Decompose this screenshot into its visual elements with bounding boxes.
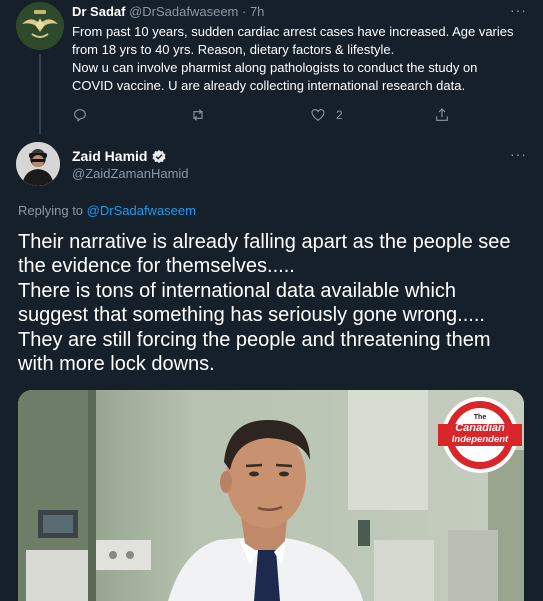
replying-to-line: Replying to @DrSadafwaseem — [18, 203, 196, 218]
retweet-button[interactable] — [190, 106, 216, 124]
logo-text-canadian: Canadian — [455, 422, 505, 434]
reply-icon — [74, 109, 86, 122]
retweet-icon — [193, 109, 203, 121]
main-author-name[interactable]: Zaid Hamid — [72, 148, 147, 165]
reply-button[interactable] — [72, 106, 98, 124]
parent-author-handle[interactable]: @DrSadafwaseem — [129, 4, 238, 19]
parent-text-line: from 18 yrs to 40 yrs. Reason, dietary f… — [72, 42, 395, 57]
parent-text-line: COVID vaccine. U are already collecting … — [72, 78, 466, 93]
main-more-options-button[interactable]: ··· — [510, 146, 527, 162]
main-author-name-line: Zaid Hamid — [72, 148, 167, 165]
parent-tweet-time[interactable]: · 7h — [242, 4, 264, 19]
tweet-text-line: They are still forcing the people and th… — [18, 328, 491, 351]
main-author-handle[interactable]: @ZaidZamanHamid — [72, 166, 189, 181]
logo-text-independent: Independent — [451, 434, 509, 445]
verified-badge-icon — [152, 149, 167, 163]
parent-tweet[interactable]: Dr Sadaf @DrSadafwaseem · 7h ··· From pa… — [0, 0, 543, 134]
parent-text-line: From past 10 years, sudden cardiac arres… — [72, 24, 514, 39]
video-media[interactable]: The Canadian Independent — [18, 390, 524, 601]
parent-tweet-actions: 2 — [72, 106, 512, 124]
main-tweet-text: Their narrative is already falling apart… — [18, 230, 533, 376]
parent-tweet-text: From past 10 years, sudden cardiac arres… — [72, 23, 532, 95]
tweet-text-line: Their narrative is already falling apart… — [18, 231, 511, 253]
army-emblem-icon — [16, 2, 64, 50]
parent-text-line: Now u can involve pharmist along patholo… — [72, 60, 478, 75]
parent-avatar[interactable] — [16, 2, 64, 50]
thread-connector-line — [39, 54, 41, 134]
tweet-text-line: with more lock downs. — [18, 353, 215, 376]
canadian-independent-logo: The Canadian Independent — [442, 412, 518, 445]
tweet-text-line: suggest that something has seriously gon… — [18, 304, 485, 327]
like-icon — [311, 109, 325, 121]
person-photo-icon — [16, 142, 60, 186]
replying-to-handle-link[interactable]: @DrSadafwaseem — [87, 203, 196, 218]
share-button[interactable] — [434, 106, 450, 124]
parent-more-options-button[interactable]: ··· — [510, 2, 527, 18]
tweet-text-line: the evidence for themselves..... — [18, 255, 295, 278]
replying-to-label: Replying to — [18, 203, 84, 218]
parent-author-name[interactable]: Dr Sadaf — [72, 4, 125, 19]
like-button[interactable]: 2 — [310, 106, 343, 124]
main-avatar[interactable] — [16, 142, 60, 186]
parent-tweet-header: Dr Sadaf @DrSadafwaseem · 7h — [72, 4, 264, 20]
share-icon — [436, 108, 448, 121]
tweet-thread: Dr Sadaf @DrSadafwaseem · 7h ··· From pa… — [0, 0, 543, 601]
like-count: 2 — [336, 108, 343, 122]
tweet-text-line: There is tons of international data avai… — [18, 279, 457, 302]
